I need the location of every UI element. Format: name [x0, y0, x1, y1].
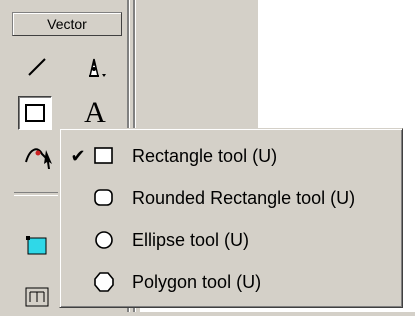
pen-tool-button[interactable] — [78, 50, 112, 84]
pen-icon — [89, 58, 106, 77]
polygon-icon — [94, 272, 114, 292]
rounded-rectangle-icon — [94, 189, 113, 206]
menu-item-polygon-tool[interactable]: Polygon tool (U) — [60, 261, 402, 303]
text-tool-label: A — [84, 96, 106, 129]
rectangle-tool-button[interactable] — [18, 96, 52, 130]
menu-item-label: Polygon tool (U) — [132, 272, 262, 292]
line-tool-button[interactable] — [20, 50, 54, 84]
menu-item-ellipse-tool[interactable]: Ellipse tool (U) — [60, 219, 402, 261]
checkmark-icon: ✔ — [70, 146, 86, 166]
menu-item-rounded-rectangle-tool[interactable]: Rounded Rectangle tool (U) — [60, 177, 402, 219]
menu-item-label: Ellipse tool (U) — [132, 230, 250, 250]
rectangle-icon — [25, 104, 45, 122]
fill-icon — [26, 236, 47, 255]
freeform-tool-button[interactable] — [20, 138, 58, 172]
shape-tool-flyout-menu: ✔ Rectangle tool (U) Rounded Rectangle t… — [59, 128, 403, 308]
fill-tool-button[interactable] — [20, 228, 54, 262]
freeform-icon — [25, 148, 52, 169]
vector-section-header: Vector — [12, 12, 122, 36]
text-tool-button[interactable]: A — [78, 96, 112, 130]
bottom-tool-button[interactable] — [20, 282, 54, 316]
ellipse-icon — [95, 231, 113, 249]
line-icon — [28, 58, 46, 76]
panel-divider — [14, 192, 58, 196]
menu-item-label: Rounded Rectangle tool (U) — [132, 188, 356, 208]
menu-item-rectangle-tool[interactable]: ✔ Rectangle tool (U) — [60, 135, 402, 177]
panel-background-strip — [140, 0, 258, 128]
grid-icon — [25, 287, 49, 307]
menu-item-label: Rectangle tool (U) — [132, 146, 278, 166]
rectangle-icon — [94, 147, 113, 164]
